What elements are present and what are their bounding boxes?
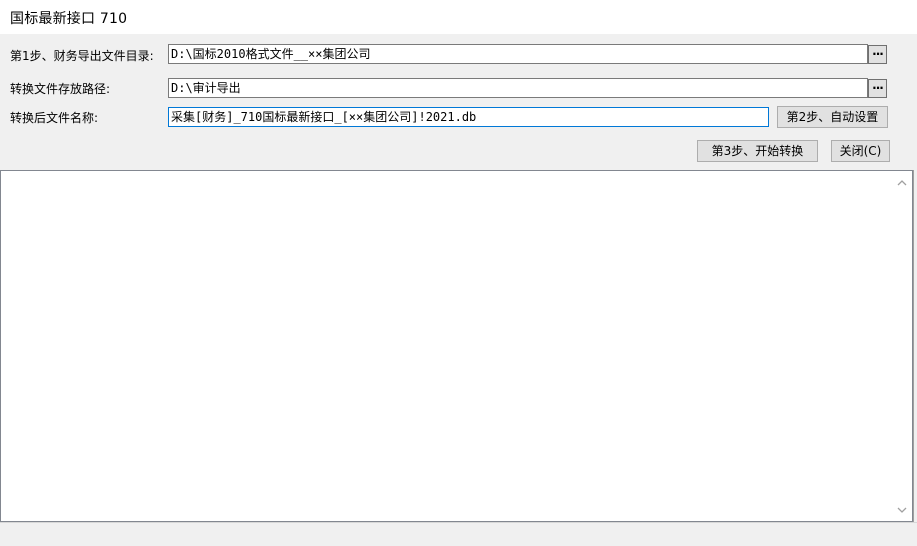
status-bar	[0, 522, 917, 546]
title-bar: 国标最新接口 710	[0, 0, 917, 34]
filename-label: 转换后文件名称:	[10, 111, 99, 125]
browse-source-button[interactable]: ...	[868, 45, 887, 64]
output-log[interactable]	[0, 170, 913, 522]
chevron-down-icon[interactable]	[896, 504, 908, 516]
chevron-up-icon[interactable]	[896, 177, 908, 189]
source-dir-input[interactable]: D:\国标2010格式文件__××集团公司	[168, 44, 868, 64]
window-title: 国标最新接口 710	[10, 11, 128, 27]
filename-input[interactable]: 采集[财务]_710国标最新接口_[××集团公司]!2021.db	[168, 107, 769, 127]
browse-output-button[interactable]: ...	[868, 79, 887, 98]
auto-setup-button[interactable]: 第2步、自动设置	[777, 106, 888, 128]
start-convert-button[interactable]: 第3步、开始转换	[697, 140, 818, 162]
window-edge-divider	[913, 170, 914, 522]
step1-label: 第1步、财务导出文件目录:	[10, 49, 154, 63]
output-dir-label: 转换文件存放路径:	[10, 82, 111, 96]
vertical-scrollbar[interactable]	[892, 171, 912, 521]
output-dir-input[interactable]: D:\审计导出	[168, 78, 868, 98]
close-button[interactable]: 关闭(C)	[831, 140, 890, 162]
